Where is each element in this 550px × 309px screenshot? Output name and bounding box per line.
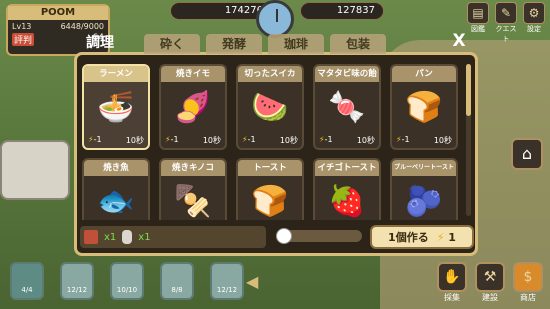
toast-icon: 🍞 [251, 184, 289, 219]
recipe-strawberry-toast[interactable]: イチゴトースト 🍓 [313, 158, 381, 220]
make-button[interactable]: 1個作る ⚡ 1 [370, 225, 474, 249]
lightning-icon: ⚡ [436, 230, 445, 244]
candy-jar-icon: 🍬 [328, 90, 366, 125]
close-button[interactable]: X [448, 30, 470, 52]
noodle-pack-icon [84, 230, 98, 244]
panel-titlebar: 調理 砕く 発酵 珈琲 包装 X [74, 30, 478, 56]
recipe-scrollbar[interactable] [466, 64, 471, 216]
tab-ferment[interactable]: 発酵 [206, 34, 262, 54]
action-bar: ✋ 採集 ⚒ 建設 $ 商店 [436, 262, 544, 304]
staff-slot[interactable]: 10/10 [110, 262, 144, 300]
staff-bar: 4/4 12/12 10/10 8/8 12/12 [10, 262, 244, 300]
gem-counter: 127837 [300, 2, 384, 20]
recipe-bread[interactable]: パン 🍞 ⚡-1 10秒 [390, 64, 458, 150]
recipe-grilled-fish[interactable]: 焼き魚 🐟 [82, 158, 150, 220]
quantity-slider[interactable] [276, 228, 362, 244]
panel-title: 調理 [86, 35, 114, 51]
shop-button[interactable]: $ 商店 [512, 262, 544, 304]
make-label: 1個作る [388, 231, 429, 244]
build-icon: ⚒ [475, 262, 505, 292]
ingredient-bar: x1 x1 [80, 226, 266, 248]
recipe-watermelon[interactable]: 切ったスイカ 🍉 ⚡-1 10秒 [236, 64, 304, 150]
player-name: POOM [8, 6, 108, 20]
staff-slot[interactable]: 8/8 [160, 262, 194, 300]
strawberry-toast-icon: 🍓 [328, 184, 366, 219]
recipe-toast[interactable]: トースト 🍞 [236, 158, 304, 220]
salt-icon [122, 230, 133, 244]
recipe-ramen[interactable]: ラーメン 🍜 ⚡-1 10秒 [82, 64, 150, 150]
quest-icon-button[interactable]: ✎ クエスト [494, 2, 518, 43]
recipe-candy[interactable]: マタタビ味の飴 🍬 ⚡-1 10秒 [313, 64, 381, 150]
sweet-potato-icon: 🍠 [174, 90, 212, 125]
bread-icon: 🍞 [405, 90, 443, 125]
gear-icon: ⚙ [523, 2, 545, 24]
ingredient-count-2: x1 [138, 231, 151, 243]
staff-slot[interactable]: 12/12 [210, 262, 244, 300]
collapse-arrow-icon[interactable]: ◀ [246, 272, 258, 291]
level: Lv13 [12, 22, 32, 31]
recipe-blueberry-toast[interactable]: ブルーベリートースト 🫐 [390, 158, 458, 220]
gather-icon: ✋ [437, 262, 467, 292]
tab-wrap[interactable]: 包装 [330, 34, 386, 54]
home-button[interactable]: ⌂ [511, 138, 543, 170]
recipe-yakiimo[interactable]: 焼きイモ 🍠 ⚡-1 10秒 [159, 64, 227, 150]
ramen-icon: 🍜 [97, 90, 135, 125]
quest-icon: ✎ [495, 2, 517, 24]
make-cost: 1 [448, 230, 456, 244]
gather-button[interactable]: ✋ 採集 [436, 262, 468, 304]
fish-icon: 🐟 [97, 184, 135, 219]
shop-icon: $ [513, 262, 543, 292]
recipe-grid: ラーメン 🍜 ⚡-1 10秒 焼きイモ 🍠 ⚡-1 10秒 切ったスイカ 🍉 ⚡-1… [82, 64, 462, 220]
home-icon: ⌂ [521, 144, 533, 163]
top-icons: ▤ 図鑑 ✎ クエスト ⚙ 設定 [466, 2, 546, 43]
watermelon-icon: 🍉 [251, 90, 289, 125]
tab-bar: 砕く 発酵 珈琲 包装 [144, 34, 386, 54]
bus [0, 140, 70, 200]
ingredient-count-1: x1 [104, 231, 117, 243]
staff-slot[interactable]: 12/12 [60, 262, 94, 300]
blueberry-toast-icon: 🫐 [405, 184, 443, 219]
mushroom-skewer-icon: 🍢 [174, 184, 212, 219]
tab-crush[interactable]: 砕く [144, 34, 200, 54]
build-button[interactable]: ⚒ 建設 [474, 262, 506, 304]
book-icon: ▤ [467, 2, 489, 24]
eval-label: 評判 [12, 33, 35, 46]
settings-button[interactable]: ⚙ 設定 [522, 2, 546, 36]
slider-knob[interactable] [276, 228, 292, 244]
tab-coffee[interactable]: 珈琲 [268, 34, 324, 54]
recipe-grilled-mushroom[interactable]: 焼きキノコ 🍢 [159, 158, 227, 220]
staff-slot-ceo[interactable]: 4/4 [10, 262, 44, 300]
